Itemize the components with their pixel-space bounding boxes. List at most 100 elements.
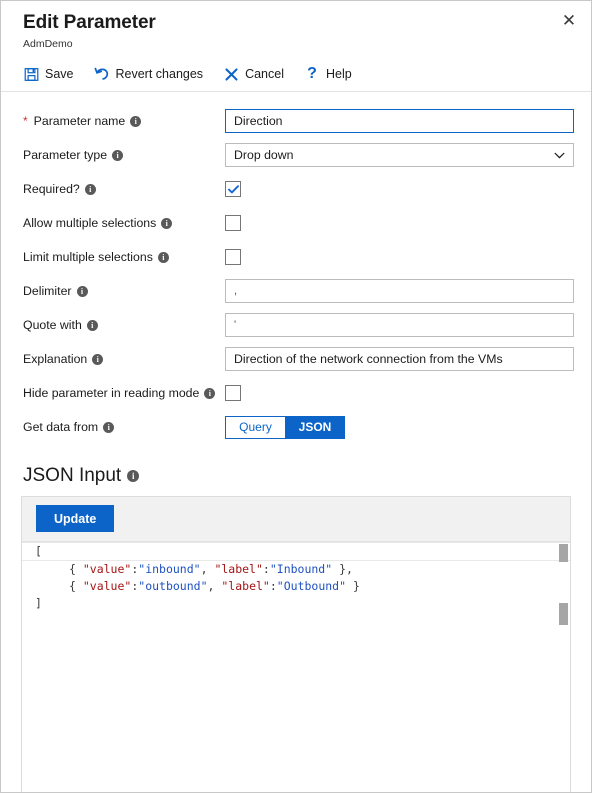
json-input-heading: JSON Input xyxy=(23,465,122,486)
info-icon[interactable]: i xyxy=(84,183,96,195)
update-button[interactable]: Update xyxy=(36,505,115,532)
delimiter-label: Delimiter i xyxy=(23,283,225,299)
cancel-label: Cancel xyxy=(245,67,284,81)
allow-multiple-label: Allow multiple selections i xyxy=(23,215,225,231)
question-mark-icon: ? xyxy=(307,65,317,82)
code-line: [ xyxy=(22,542,570,561)
hide-parameter-checkbox[interactable] xyxy=(225,385,241,401)
delimiter-label-text: Delimiter xyxy=(23,284,72,298)
help-button[interactable]: ? Help xyxy=(304,66,352,82)
code-line: { "value":"inbound", "label":"Inbound" }… xyxy=(22,561,570,578)
json-editor: Update [ { "value":"inbound", "label":"I… xyxy=(21,496,571,792)
code-token: ] xyxy=(35,596,42,610)
code-line: ] xyxy=(22,595,570,612)
field-allow-multiple-selections: Allow multiple selections i xyxy=(23,208,569,238)
required-label-text: Required? xyxy=(23,182,80,196)
vertical-scrollbar-thumb[interactable] xyxy=(559,603,568,625)
quote-with-input[interactable]: ' xyxy=(225,313,574,337)
chevron-down-icon xyxy=(554,152,565,159)
code-token: "label" xyxy=(221,579,270,593)
code-token: : xyxy=(269,579,277,593)
save-button[interactable]: Save xyxy=(23,66,74,82)
parameter-name-label: * Parameter name i xyxy=(23,113,225,129)
hide-parameter-label: Hide parameter in reading mode i xyxy=(23,385,225,401)
page-title: Edit Parameter xyxy=(23,12,156,33)
field-limit-multiple-selections: Limit multiple selections i xyxy=(23,242,569,272)
json-code-area[interactable]: [ { "value":"inbound", "label":"Inbound"… xyxy=(22,542,570,792)
delimiter-input[interactable]: , xyxy=(225,279,574,303)
field-delimiter: Delimiter i , xyxy=(23,276,574,306)
code-token: "value" xyxy=(82,562,132,576)
get-data-from-label-text: Get data from xyxy=(23,420,99,434)
explanation-label-text: Explanation xyxy=(23,352,88,366)
code-token: { xyxy=(69,562,83,576)
quote-with-label-text: Quote with xyxy=(23,318,82,332)
explanation-input[interactable]: Direction of the network connection from… xyxy=(225,347,574,371)
field-required: Required? i xyxy=(23,174,569,204)
code-line: { "value":"outbound", "label":"Outbound"… xyxy=(22,578,570,595)
limit-multiple-label-text: Limit multiple selections xyxy=(23,250,153,264)
revert-changes-label: Revert changes xyxy=(115,67,204,81)
required-checkbox[interactable] xyxy=(225,181,241,197)
cancel-button[interactable]: Cancel xyxy=(223,66,284,82)
code-token: "label" xyxy=(214,562,263,576)
dialog-header: Edit Parameter AdmDemo ✕ xyxy=(1,1,591,51)
code-token: , xyxy=(207,579,222,593)
field-quote-with: Quote with i ' xyxy=(23,310,574,340)
code-token: : xyxy=(262,562,270,576)
edit-parameter-dialog: Edit Parameter AdmDemo ✕ Save Revert cha… xyxy=(0,0,592,793)
info-icon[interactable]: i xyxy=(204,387,216,399)
required-label: Required? i xyxy=(23,181,225,197)
code-token: "Outbound" xyxy=(276,579,347,593)
toggle-option-json[interactable]: JSON xyxy=(285,415,345,439)
quote-with-label: Quote with i xyxy=(23,317,225,333)
limit-multiple-checkbox[interactable] xyxy=(225,249,241,265)
command-bar: Save Revert changes Cancel ? Help xyxy=(1,57,591,92)
parameter-name-input[interactable]: Direction xyxy=(225,109,574,133)
code-token: [ xyxy=(35,544,42,558)
info-icon[interactable]: i xyxy=(161,217,173,229)
get-data-from-toggle: Query JSON xyxy=(225,415,345,439)
parameter-type-label-text: Parameter type xyxy=(23,148,108,162)
parameter-type-label: Parameter type i xyxy=(23,147,225,163)
json-input-section-header: JSON Input i xyxy=(1,446,591,496)
limit-multiple-label: Limit multiple selections i xyxy=(23,249,225,265)
undo-icon xyxy=(94,66,110,82)
horizontal-scrollbar-thumb[interactable] xyxy=(559,544,568,562)
info-icon[interactable]: i xyxy=(76,285,88,297)
code-token: "Inbound" xyxy=(269,562,333,576)
code-token: , xyxy=(200,562,215,576)
field-hide-parameter: Hide parameter in reading mode i xyxy=(23,378,569,408)
required-asterisk: * xyxy=(23,114,28,128)
toggle-option-query[interactable]: Query xyxy=(225,415,285,439)
close-x-icon xyxy=(223,66,239,82)
code-token: { xyxy=(69,579,83,593)
info-icon[interactable]: i xyxy=(92,353,104,365)
code-token: }, xyxy=(332,562,353,576)
json-editor-toolbar: Update xyxy=(22,497,570,542)
code-token: "value" xyxy=(82,579,132,593)
field-explanation: Explanation i Direction of the network c… xyxy=(23,344,574,374)
allow-multiple-checkbox[interactable] xyxy=(225,215,241,231)
info-icon[interactable]: i xyxy=(112,149,124,161)
explanation-label: Explanation i xyxy=(23,351,225,367)
field-get-data-from: Get data from i Query JSON xyxy=(23,412,569,442)
parameter-type-select[interactable]: Drop down xyxy=(225,143,574,167)
field-parameter-name: * Parameter name i Direction xyxy=(23,106,574,136)
dialog-subtitle: AdmDemo xyxy=(23,38,73,50)
info-icon[interactable]: i xyxy=(86,319,98,331)
info-icon[interactable]: i xyxy=(130,115,142,127)
parameter-name-label-text: Parameter name xyxy=(33,114,126,128)
revert-changes-button[interactable]: Revert changes xyxy=(94,66,204,82)
info-icon[interactable]: i xyxy=(127,470,140,482)
get-data-from-label: Get data from i xyxy=(23,419,225,435)
info-icon[interactable]: i xyxy=(103,421,115,433)
close-icon[interactable]: ✕ xyxy=(555,7,583,35)
info-icon[interactable]: i xyxy=(157,251,169,263)
code-token: } xyxy=(346,579,360,593)
help-label: Help xyxy=(325,67,352,81)
save-icon xyxy=(23,66,39,82)
code-token: "inbound" xyxy=(138,562,201,576)
parameter-type-value: Drop down xyxy=(234,148,294,162)
code-token: "outbound" xyxy=(138,579,208,593)
